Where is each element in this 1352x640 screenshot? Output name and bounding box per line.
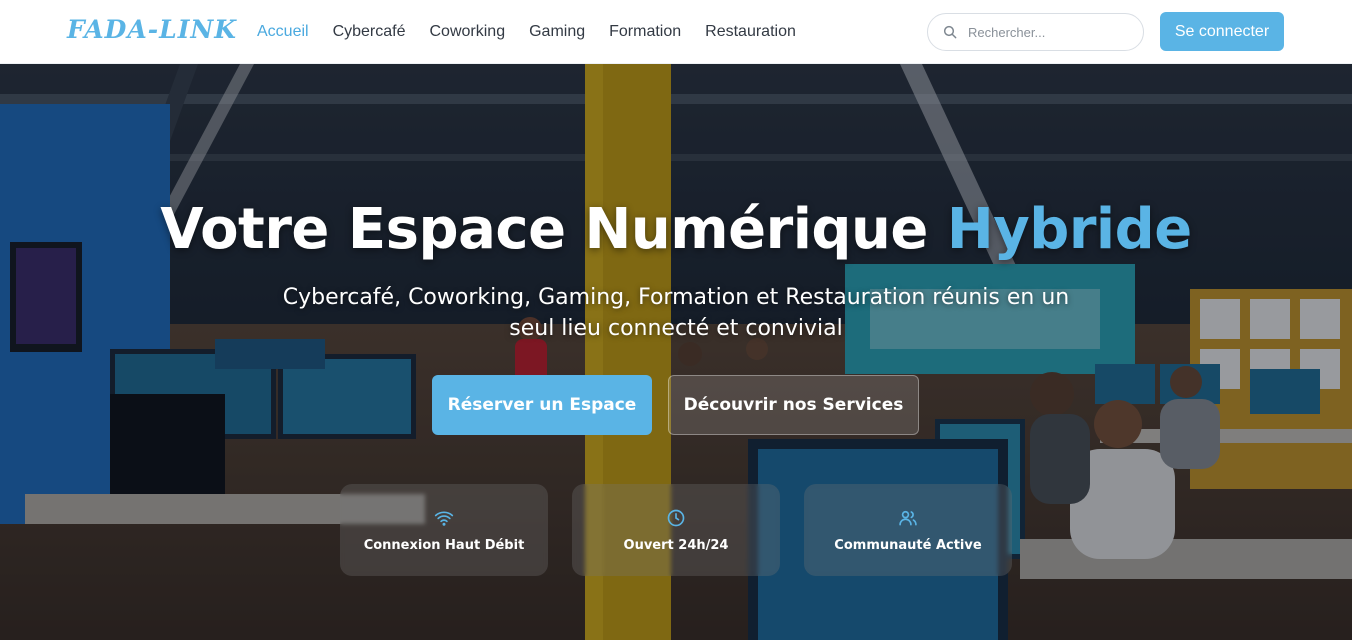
- feature-card-community: Communauté Active: [804, 484, 1012, 576]
- reserve-space-button[interactable]: Réserver un Espace: [432, 375, 652, 435]
- main-nav: Accueil Cybercafé Coworking Gaming Forma…: [257, 22, 796, 42]
- search-input[interactable]: [968, 24, 1128, 40]
- site-header: FADA-LINK Accueil Cybercafé Coworking Ga…: [0, 0, 1352, 64]
- users-icon: [899, 510, 917, 525]
- hero-section: Votre Espace Numérique Hybride Cybercafé…: [0, 64, 1352, 640]
- logo[interactable]: FADA-LINK: [67, 15, 237, 44]
- hero-title-accent: Hybride: [946, 197, 1192, 262]
- hero-subtitle: Cybercafé, Coworking, Gaming, Formation …: [282, 285, 1070, 341]
- feature-label-connexion: Connexion Haut Débit: [363, 537, 525, 553]
- nav-item-coworking[interactable]: Coworking: [430, 22, 506, 42]
- feature-label-community: Communauté Active: [834, 537, 982, 553]
- nav-item-cybercafe[interactable]: Cybercafé: [333, 22, 406, 42]
- nav-item-gaming[interactable]: Gaming: [529, 22, 585, 42]
- hero-title-main: Votre Espace Numérique: [160, 197, 947, 262]
- nav-item-restauration[interactable]: Restauration: [705, 22, 796, 42]
- login-button[interactable]: Se connecter: [1160, 12, 1284, 51]
- feature-label-hours: Ouvert 24h/24: [623, 537, 729, 553]
- discover-services-button[interactable]: Découvrir nos Services: [668, 375, 919, 435]
- feature-card-connexion: Connexion Haut Débit: [340, 484, 548, 576]
- feature-card-hours: Ouvert 24h/24: [572, 484, 780, 576]
- clock-icon: [667, 509, 685, 526]
- search-icon: [943, 25, 957, 39]
- nav-item-accueil[interactable]: Accueil: [257, 22, 309, 42]
- hero-title: Votre Espace Numérique Hybride: [0, 197, 1352, 263]
- wifi-icon: [434, 511, 454, 526]
- search-box[interactable]: [927, 13, 1144, 51]
- nav-item-formation[interactable]: Formation: [609, 22, 681, 42]
